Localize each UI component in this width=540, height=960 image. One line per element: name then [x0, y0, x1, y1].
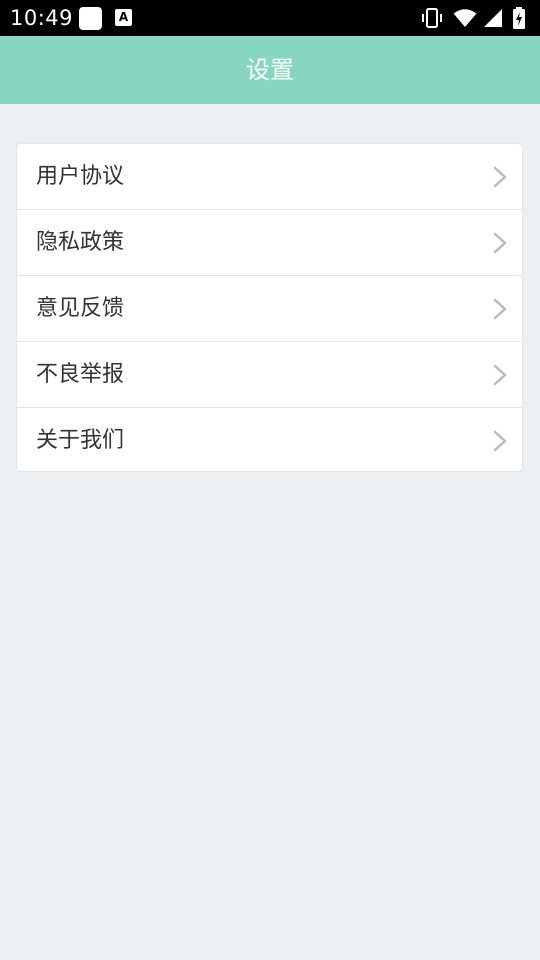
settings-item-report[interactable]: 不良举报: [17, 342, 522, 408]
settings-item-label: 意见反馈: [36, 296, 125, 321]
settings-item-label: 用户协议: [36, 164, 125, 189]
font-a-glyph: A: [118, 10, 129, 24]
settings-item-feedback[interactable]: 意见反馈: [17, 276, 522, 342]
vibrate-icon: [422, 8, 442, 28]
chevron-right-icon: [493, 298, 507, 320]
chevron-right-icon: [493, 166, 507, 188]
font-a-icon: A: [115, 9, 132, 26]
wifi-icon: [453, 9, 477, 27]
status-bar: 10:49 A: [0, 0, 540, 36]
header-bar: 设置: [0, 36, 540, 104]
chevron-right-icon: [493, 232, 507, 254]
settings-item-about-us[interactable]: 关于我们: [17, 408, 522, 471]
app-notification-icon: [79, 7, 102, 30]
chevron-right-icon: [493, 364, 507, 386]
battery-charging-icon: [513, 7, 525, 29]
status-right-icons: [420, 6, 532, 30]
settings-item-label: 关于我们: [36, 428, 125, 453]
page-title: 设置: [246, 56, 294, 84]
status-time: 10:49: [10, 6, 74, 30]
settings-item-label: 隐私政策: [36, 230, 125, 255]
settings-item-label: 不良举报: [36, 362, 125, 387]
settings-item-user-agreement[interactable]: 用户协议: [17, 144, 522, 210]
settings-item-privacy-policy[interactable]: 隐私政策: [17, 210, 522, 276]
cell-signal-icon: [484, 9, 502, 27]
settings-list: 用户协议 隐私政策 意见反馈 不良举报 关于我们: [16, 143, 523, 472]
chevron-right-icon: [493, 430, 507, 452]
